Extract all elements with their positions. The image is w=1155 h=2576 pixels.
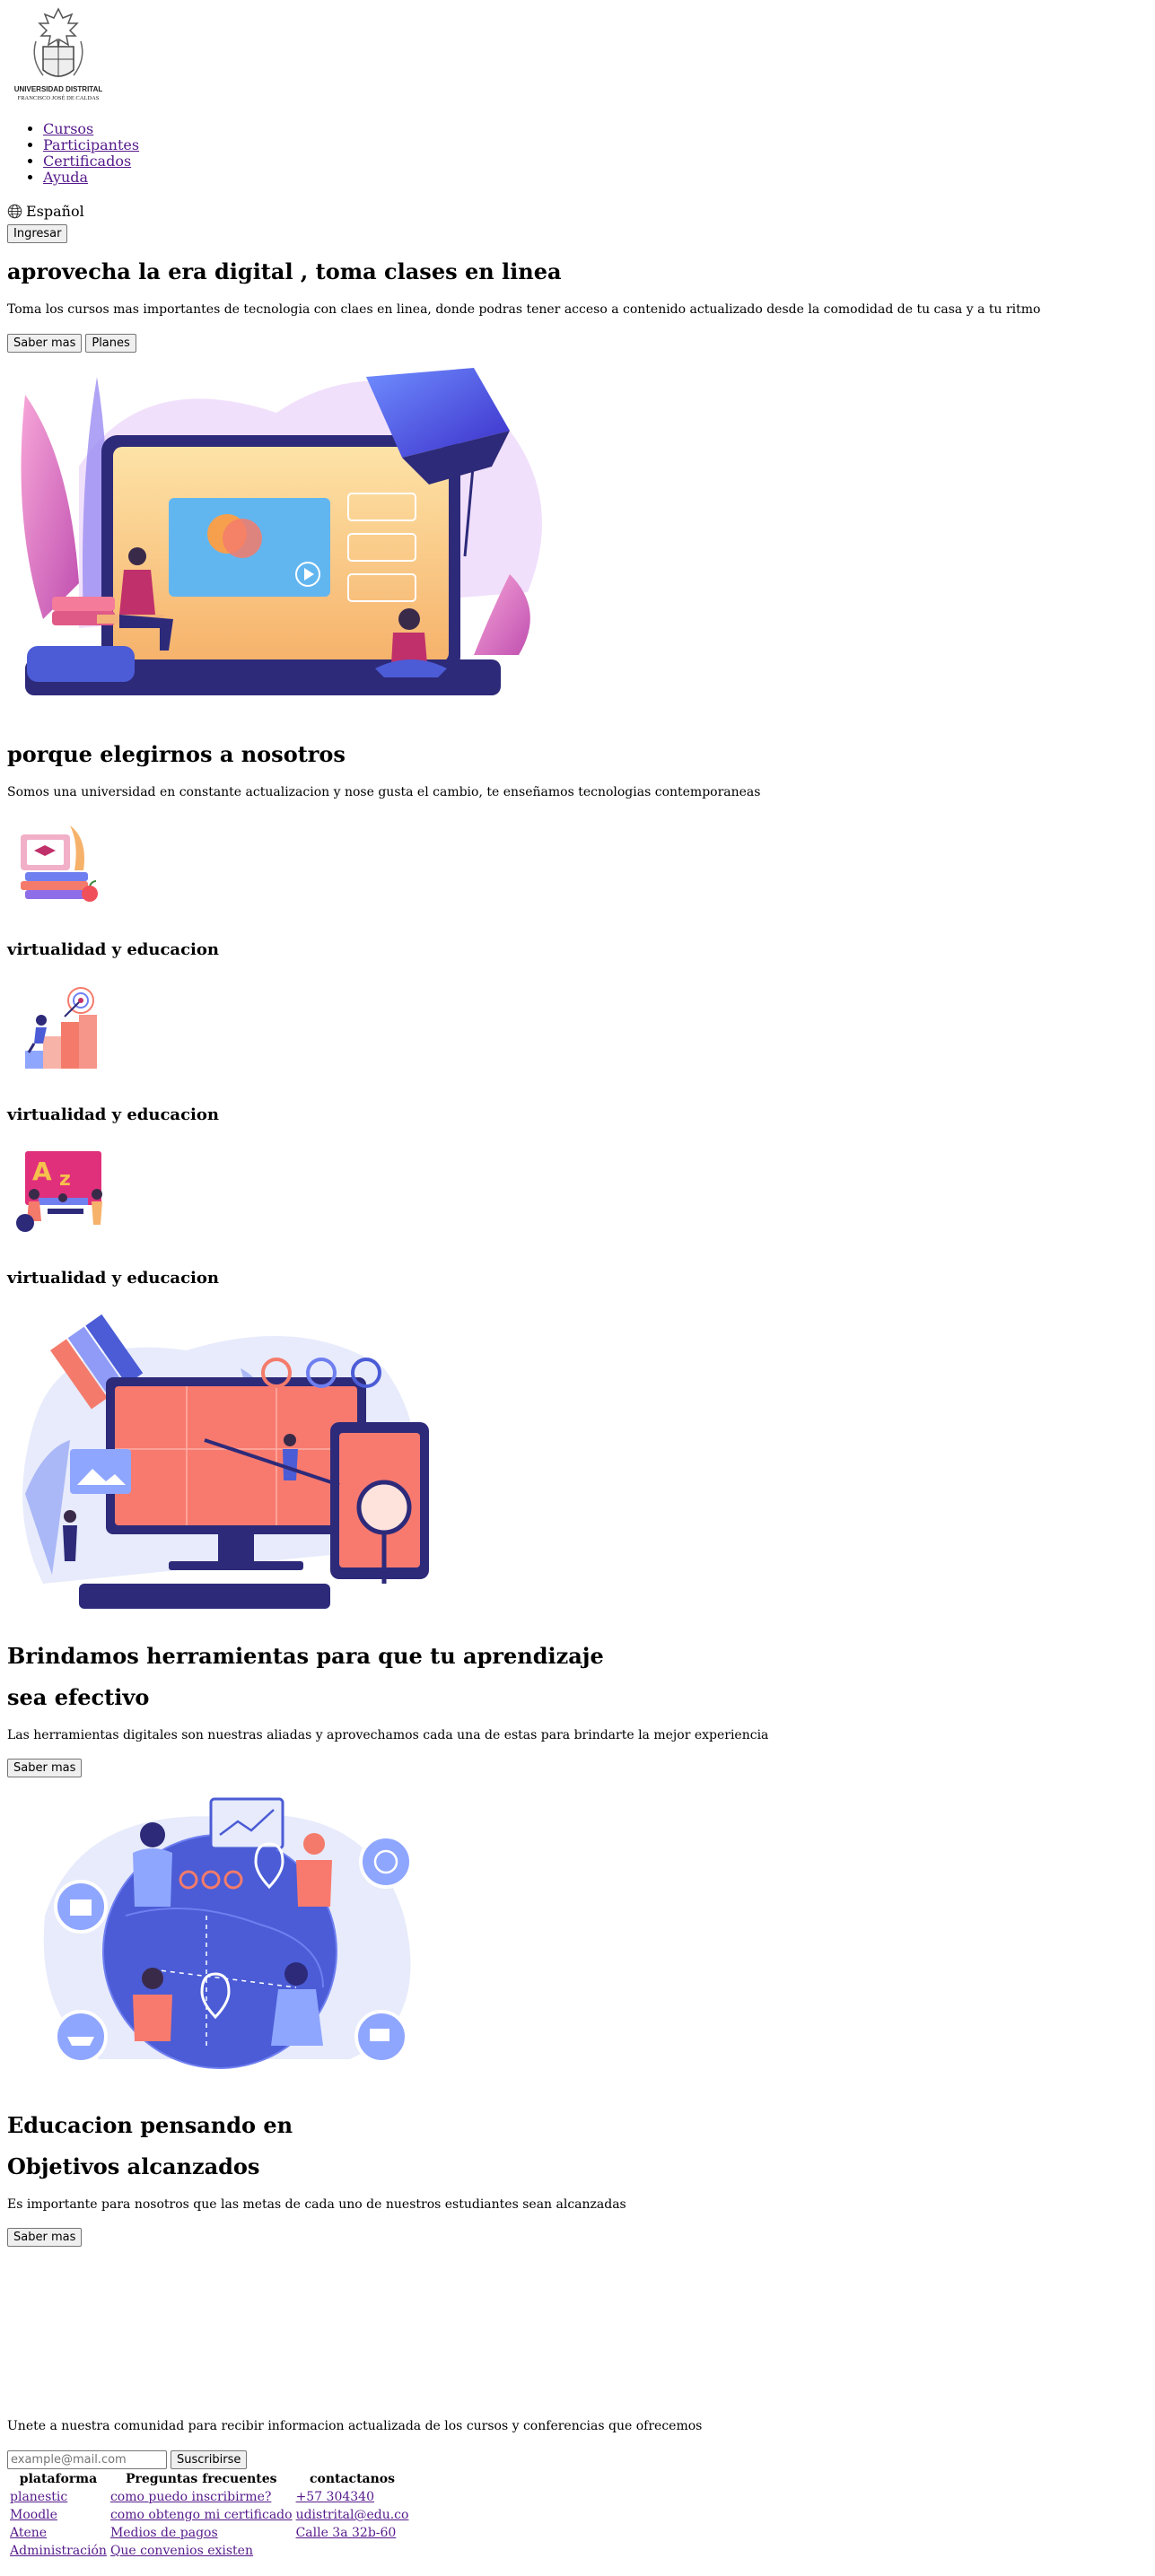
language-label: Español (26, 203, 84, 220)
footer-link-faq-certificado[interactable]: como obtengo mi certificado (110, 2508, 293, 2522)
goals-description: Es importante para nosotros que las meta… (7, 2197, 626, 2212)
footer-link-faq-pagos[interactable]: Medios de pagos (110, 2526, 218, 2540)
svg-text:A: A (32, 1157, 52, 1186)
nav-link-certificados[interactable]: Certificados (43, 153, 131, 170)
footer-cell: Calle 3a 32b-60 (295, 2525, 410, 2541)
footer-cell: +57 304340 (295, 2489, 410, 2505)
footer-row: Moodle como obtengo mi certificado udist… (9, 2507, 409, 2523)
footer-row: Atene Medios de pagos Calle 3a 32b-60 (9, 2525, 409, 2541)
goals-more-button[interactable]: Saber mas (7, 2228, 83, 2247)
why-description: Somos una universidad en constante actua… (7, 785, 761, 799)
footer-link-email[interactable]: udistrital@edu.co (296, 2508, 409, 2522)
nav-item-certificados: Certificados (43, 153, 139, 170)
login-button[interactable]: Ingresar (7, 224, 68, 243)
newsletter-description: Unete a nuestra comunidad para recibir i… (7, 2419, 703, 2433)
footer-links-table: plataforma Preguntas frecuentes contacta… (7, 2469, 411, 2561)
online-class-illustration (21, 368, 542, 695)
nav-item-participantes: Participantes (43, 137, 139, 153)
university-logo[interactable]: UNIVERSIDAD DISTRITAL FRANCISCO JOSÉ DE … (9, 5, 108, 102)
nav-link-participantes[interactable]: Participantes (43, 136, 139, 153)
goals-title-2: Objetivos alcanzados (7, 2153, 260, 2179)
nav-item-ayuda: Ayuda (43, 170, 139, 186)
logo-line-1: UNIVERSIDAD DISTRITAL (14, 85, 103, 93)
footer-header-contact: contactanos (309, 2472, 396, 2486)
footer-link-phone[interactable]: +57 304340 (296, 2490, 374, 2504)
footer-link-planestic[interactable]: planestic (10, 2490, 67, 2504)
target-stairs-icon (25, 987, 97, 1069)
why-title: porque elegirnos a nosotros (7, 741, 346, 767)
footer-link-moodle[interactable]: Moodle (10, 2508, 57, 2522)
design-tools-illustration (22, 1314, 429, 1609)
footer-cell: Moodle (9, 2507, 108, 2523)
footer-cell (295, 2543, 410, 2559)
svg-text:z: z (59, 1168, 71, 1191)
footer-row: planestic como puedo inscribirme? +57 30… (9, 2489, 409, 2505)
footer-link-atene[interactable]: Atene (10, 2526, 47, 2540)
feature-title-3: virtualidad y educacion (7, 1269, 219, 1288)
tools-title-2: sea efectivo (7, 1684, 150, 1710)
footer-cell: como obtengo mi certificado (109, 2507, 293, 2523)
footer-link-administracion[interactable]: Administración (10, 2544, 107, 2558)
feature-title-2: virtualidad y educacion (7, 1105, 219, 1124)
tools-more-button[interactable]: Saber mas (7, 1759, 83, 1777)
main-nav: Cursos Participantes Certificados Ayuda (43, 121, 139, 186)
hero-plans-button[interactable]: Planes (85, 334, 136, 353)
subscribe-button[interactable]: Suscribirse (171, 2450, 248, 2469)
books-graduation-icon (21, 825, 98, 902)
footer-link-address[interactable]: Calle 3a 32b-60 (296, 2526, 397, 2540)
newsletter-email-input[interactable] (7, 2450, 167, 2469)
alphabet-class-icon: A z (16, 1151, 102, 1232)
footer-cell: como puedo inscribirme? (109, 2489, 293, 2505)
footer-cell: Atene (9, 2525, 108, 2541)
footer-row: Administración Que convenios existen (9, 2543, 409, 2559)
footer-cell: planestic (9, 2489, 108, 2505)
tools-title-1: Brindamos herramientas para que tu apren… (7, 1643, 604, 1669)
newsletter-form: Suscribirse (7, 2450, 248, 2469)
nav-item-cursos: Cursos (43, 121, 139, 137)
globe-icon (7, 204, 22, 219)
hero-more-button[interactable]: Saber mas (7, 334, 83, 353)
goals-title-1: Educacion pensando en (7, 2112, 293, 2138)
footer-header-platform: plataforma (19, 2472, 98, 2486)
global-teamwork-illustration (43, 1797, 413, 2069)
footer-header-faq: Preguntas frecuentes (125, 2472, 277, 2486)
language-selector[interactable]: Español (7, 203, 84, 220)
footer-cell: Medios de pagos (109, 2525, 293, 2541)
hero-description: Toma los cursos mas importantes de tecno… (7, 302, 1041, 317)
footer-cell: Que convenios existen (109, 2543, 293, 2559)
crest-icon (33, 7, 83, 77)
footer-link-faq-inscripcion[interactable]: como puedo inscribirme? (110, 2490, 271, 2504)
footer-header-row: plataforma Preguntas frecuentes contacta… (9, 2471, 409, 2487)
footer-cell: Administración (9, 2543, 108, 2559)
logo-line-2: FRANCISCO JOSÉ DE CALDAS (18, 94, 100, 101)
hero-title: aprovecha la era digital , toma clases e… (7, 258, 562, 284)
footer-cell: udistrital@edu.co (295, 2507, 410, 2523)
nav-link-ayuda[interactable]: Ayuda (43, 169, 88, 186)
footer-link-faq-convenios[interactable]: Que convenios existen (110, 2544, 253, 2558)
feature-title-1: virtualidad y educacion (7, 940, 219, 959)
hero-actions: Saber mas Planes (7, 334, 136, 353)
nav-link-cursos[interactable]: Cursos (43, 120, 93, 137)
tools-description: Las herramientas digitales son nuestras … (7, 1728, 769, 1742)
